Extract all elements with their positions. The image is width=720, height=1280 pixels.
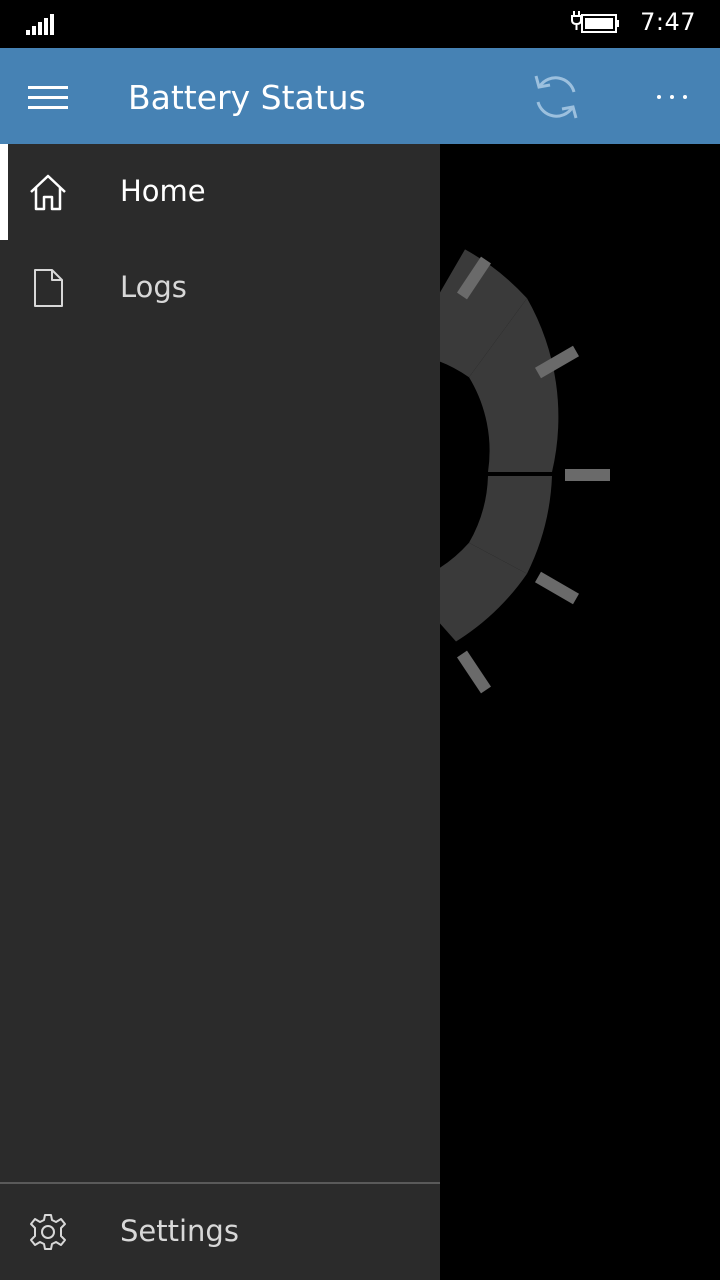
nav-item-home[interactable]: Home (0, 144, 440, 240)
more-ellipsis-icon[interactable] (644, 84, 700, 110)
sync-icon[interactable] (530, 72, 582, 122)
hamburger-icon[interactable] (28, 84, 68, 112)
signal-bars-icon (26, 14, 54, 35)
nav-item-settings[interactable]: Settings (0, 1184, 440, 1280)
clock: 7:47 (640, 8, 696, 36)
battery-status-screen: 7:47 Battery Status Home Logs Settings (0, 0, 720, 1280)
battery-charging-icon (571, 11, 619, 33)
selected-indicator (0, 144, 8, 240)
nav-item-label: Logs (120, 270, 187, 304)
status-bar: 7:47 (0, 0, 720, 48)
nav-item-label: Home (120, 174, 206, 208)
home-icon (30, 174, 66, 211)
nav-item-logs[interactable]: Logs (0, 240, 440, 336)
gear-icon (30, 1214, 66, 1250)
nav-item-label: Settings (120, 1214, 239, 1248)
navigation-pane: Home Logs Settings (0, 144, 440, 1280)
document-icon (34, 269, 63, 307)
page-title: Battery Status (128, 78, 366, 117)
